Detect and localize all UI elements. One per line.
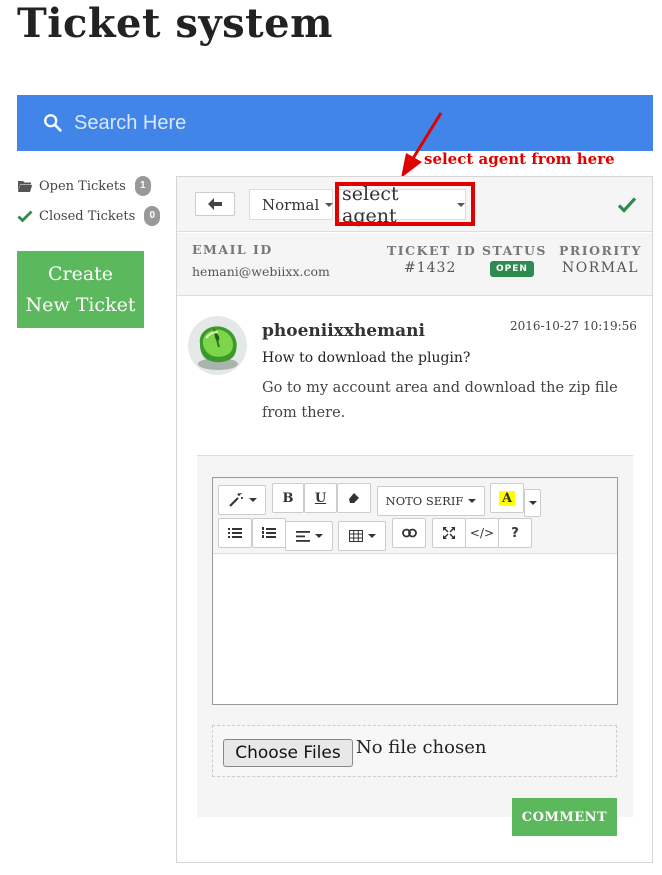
table-dropdown-button[interactable] bbox=[338, 521, 386, 551]
agent-select-value: select agent bbox=[342, 182, 399, 227]
message-timestamp: 2016-10-27 10:19:56 bbox=[510, 319, 637, 333]
avatar bbox=[188, 316, 247, 375]
choose-files-button[interactable]: Choose Files bbox=[223, 739, 353, 767]
priority-select-value: Normal bbox=[262, 195, 320, 214]
caret-down-icon bbox=[528, 501, 537, 505]
caret-down-icon bbox=[325, 202, 334, 207]
link-button[interactable] bbox=[392, 518, 426, 548]
caret-down-icon bbox=[468, 499, 477, 503]
eraser-icon bbox=[349, 493, 359, 503]
ticket-toolbar: Normal select agent bbox=[177, 177, 652, 232]
link-icon bbox=[401, 528, 417, 538]
style-dropdown-button[interactable] bbox=[218, 485, 266, 515]
save-check-icon[interactable] bbox=[617, 196, 637, 214]
list-ul-icon bbox=[228, 528, 242, 538]
email-value: hemani@webiixx.com bbox=[192, 264, 330, 279]
priority-label: PRIORITY bbox=[559, 243, 642, 258]
font-family-dropdown[interactable]: NOTO SERIF bbox=[377, 486, 485, 516]
font-family-value: NOTO SERIF bbox=[385, 494, 464, 508]
rich-text-editor: B U NOTO SERIF A </> ? bbox=[212, 477, 618, 705]
status-badge: OPEN bbox=[490, 261, 534, 277]
folder-open-icon bbox=[18, 181, 33, 192]
sidebar-item-open-tickets[interactable]: Open Tickets 1 bbox=[17, 176, 151, 196]
ticket-panel: Normal select agent EMAIL ID hemani@webi… bbox=[176, 176, 653, 863]
ticket-info-row: EMAIL ID hemani@webiixx.com TICKET ID #1… bbox=[177, 233, 652, 296]
search-input[interactable] bbox=[72, 103, 572, 143]
magic-wand-icon bbox=[228, 493, 243, 507]
editor-text-area[interactable] bbox=[213, 555, 617, 704]
align-left-icon bbox=[295, 530, 310, 542]
ordered-list-button[interactable] bbox=[252, 518, 286, 548]
priority-select[interactable]: Normal bbox=[249, 189, 334, 220]
clear-format-button[interactable] bbox=[337, 483, 371, 513]
caret-down-icon bbox=[457, 202, 465, 207]
comment-button[interactable]: COMMENT bbox=[512, 798, 617, 836]
align-dropdown-button[interactable] bbox=[285, 521, 333, 551]
underline-button[interactable]: U bbox=[304, 483, 337, 513]
caret-down-icon bbox=[367, 534, 376, 538]
message-body: Go to my account area and download the z… bbox=[262, 380, 618, 421]
bullet-list-button[interactable] bbox=[218, 518, 252, 548]
page-title: Ticket system bbox=[17, 0, 333, 47]
code-view-button[interactable]: </> bbox=[465, 518, 499, 548]
text-color-dropdown[interactable] bbox=[524, 489, 541, 517]
email-label: EMAIL ID bbox=[192, 242, 273, 257]
ticket-id-value: #1432 bbox=[404, 260, 457, 276]
sidebar-item-closed-tickets[interactable]: Closed Tickets 0 bbox=[17, 206, 161, 226]
agent-select[interactable]: select agent bbox=[338, 183, 466, 227]
caret-down-icon bbox=[248, 498, 257, 502]
annotation-label: select agent from here bbox=[424, 150, 615, 168]
table-icon bbox=[348, 530, 363, 542]
check-icon bbox=[17, 210, 33, 223]
count-badge: 1 bbox=[134, 176, 151, 196]
editor-toolbar: B U NOTO SERIF A </> ? bbox=[213, 478, 617, 554]
back-button[interactable] bbox=[195, 192, 235, 216]
caret-down-icon bbox=[314, 534, 323, 538]
create-ticket-button[interactable]: Create New Ticket bbox=[17, 251, 144, 328]
file-upload-area[interactable]: Choose Files No file chosen bbox=[212, 725, 617, 777]
status-label: STATUS bbox=[482, 243, 547, 258]
ticket-id-label: TICKET ID bbox=[387, 243, 477, 258]
fullscreen-button[interactable] bbox=[432, 518, 466, 548]
bold-button[interactable]: B bbox=[272, 483, 304, 513]
reply-form: B U NOTO SERIF A </> ? Choose Files No f… bbox=[197, 455, 633, 836]
message-subject: How to download the plugin? bbox=[262, 350, 471, 366]
count-badge: 0 bbox=[144, 206, 161, 226]
mouse-avatar-icon bbox=[188, 316, 247, 375]
arrow-left-icon bbox=[208, 198, 222, 210]
text-color-button[interactable]: A bbox=[490, 483, 524, 513]
priority-value: NORMAL bbox=[562, 260, 640, 276]
search-bar bbox=[17, 95, 653, 151]
help-button[interactable]: ? bbox=[498, 518, 532, 548]
search-icon bbox=[44, 114, 62, 132]
file-status-text: No file chosen bbox=[356, 737, 487, 758]
text-color-value: A bbox=[498, 490, 516, 506]
expand-icon bbox=[443, 527, 455, 539]
message-author: phoeniixxhemani bbox=[262, 321, 425, 341]
list-ol-icon bbox=[262, 527, 276, 538]
sidebar-item-label: Open Tickets bbox=[39, 178, 126, 194]
sidebar-item-label: Closed Tickets bbox=[39, 208, 136, 224]
